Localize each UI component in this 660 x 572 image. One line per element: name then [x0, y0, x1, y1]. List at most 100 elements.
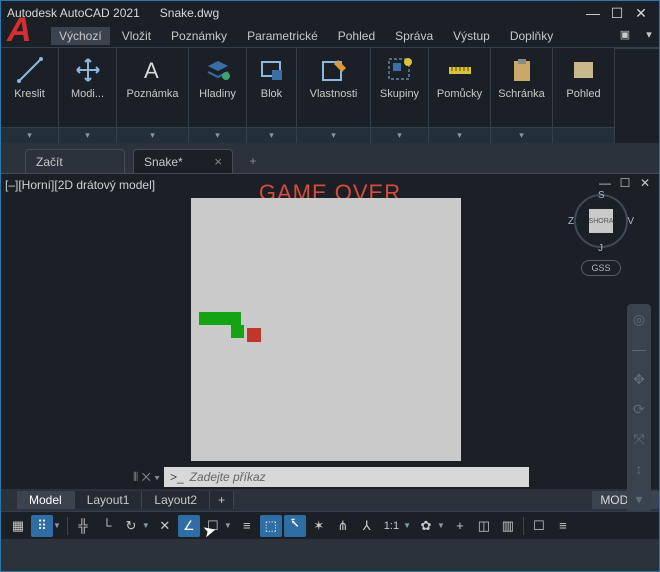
view-icon	[568, 54, 600, 86]
layout-2[interactable]: Layout2	[142, 491, 210, 509]
nav-orbit-icon[interactable]: ⟳	[630, 400, 648, 418]
menu-pohled[interactable]: Pohled	[330, 27, 383, 45]
menu-vystup[interactable]: Výstup	[445, 27, 498, 45]
status-toggle[interactable]: ╬	[72, 515, 94, 537]
menu-vychozi[interactable]: Výchozí	[51, 27, 110, 45]
panel-dropdown[interactable]: ▾	[117, 127, 188, 143]
doctab-add[interactable]: +	[241, 149, 265, 173]
doctab-close-icon[interactable]: ×	[214, 154, 222, 169]
panel-skupiny[interactable]: Skupiny ▾	[371, 48, 429, 143]
viewport-minimize[interactable]: —	[597, 176, 613, 190]
layout-add[interactable]: +	[210, 491, 234, 509]
layout-1[interactable]: Layout1	[75, 491, 143, 509]
panel-dropdown[interactable]: ▾	[371, 127, 428, 143]
status-toggle[interactable]: ☐	[528, 515, 550, 537]
viewport-label[interactable]: [–][Horní][2D drátový model]	[5, 178, 155, 192]
layout-model[interactable]: Model	[17, 491, 75, 509]
maximize-button[interactable]: ☐	[605, 3, 629, 23]
panel-pomucky[interactable]: Pomůcky ▾	[429, 48, 491, 143]
minimize-button[interactable]: —	[581, 3, 605, 23]
status-toggle[interactable]: ∠	[178, 515, 200, 537]
status-toggle[interactable]: ✕	[154, 515, 176, 537]
close-button[interactable]: ✕	[629, 3, 653, 23]
drawing-area[interactable]: [–][Horní][2D drátový model] — ☐ ✕ GAME …	[1, 173, 659, 489]
panel-dropdown[interactable]: ▾	[247, 127, 296, 143]
status-toggle[interactable]: ▥	[497, 515, 519, 537]
panel-vlastnosti[interactable]: Vlastnosti ▾	[297, 48, 371, 143]
command-input[interactable]: >_ Zadejte příkaz	[164, 467, 529, 487]
dropdown-icon[interactable]: ▼	[437, 521, 445, 530]
status-toggle[interactable]: └	[96, 515, 118, 537]
status-toggle[interactable]: ◫	[473, 515, 495, 537]
status-toggle[interactable]: ▦	[7, 515, 29, 537]
nav-pan-icon[interactable]: ✥	[630, 370, 648, 388]
status-toggle[interactable]: ⠿	[31, 515, 53, 537]
layout-tabs: Model Layout1 Layout2 + MODELP	[1, 489, 659, 511]
separator	[67, 517, 68, 535]
status-toggle[interactable]: ⭶	[284, 515, 306, 537]
nav-wheel-icon[interactable]: ◎	[630, 310, 648, 328]
viewcube-s[interactable]: S	[598, 190, 605, 201]
panel-kreslit[interactable]: Kreslit ▾	[1, 48, 59, 143]
doctab-start[interactable]: Začít	[25, 149, 125, 173]
status-toggle[interactable]: 1:1	[380, 515, 403, 537]
status-toggle[interactable]: ✿	[415, 515, 437, 537]
menu-doplnky[interactable]: Doplňky	[502, 27, 561, 45]
status-toggle[interactable]: ≡	[236, 515, 258, 537]
menu-vlozit[interactable]: Vložit	[114, 27, 159, 45]
menu-sprava[interactable]: Správa	[387, 27, 441, 45]
command-prompt-icon: >_	[170, 470, 184, 484]
menu-extra-1[interactable]: ▣	[617, 28, 633, 44]
panel-hladiny[interactable]: Hladiny ▾	[189, 48, 247, 143]
game-canvas[interactable]	[191, 198, 461, 461]
viewcube-j[interactable]: J	[598, 243, 603, 254]
status-toggle[interactable]: ⅄	[356, 515, 378, 537]
viewcube-v[interactable]: V	[627, 216, 634, 227]
doctab-label: Snake*	[144, 155, 183, 169]
dropdown-icon[interactable]: ▼	[142, 521, 150, 530]
status-toggle[interactable]: ⋔	[332, 515, 354, 537]
dropdown-icon[interactable]: ▼	[224, 521, 232, 530]
dropdown-icon[interactable]: ▼	[403, 521, 411, 530]
panel-blok[interactable]: Blok ▾	[247, 48, 297, 143]
panel-dropdown[interactable]: ▾	[59, 127, 116, 143]
status-toggle[interactable]: ↻	[120, 515, 142, 537]
menu-poznamky[interactable]: Poznámky	[163, 27, 235, 45]
viewport-close[interactable]: ✕	[637, 176, 653, 190]
status-toggle[interactable]: +	[449, 515, 471, 537]
viewcube-face[interactable]: SHORA	[589, 209, 613, 233]
panel-dropdown[interactable]: ▾	[297, 127, 370, 143]
doctab-snake[interactable]: Snake* ×	[133, 149, 233, 173]
clipboard-icon	[506, 54, 538, 86]
panel-label: Schránka	[493, 88, 551, 100]
dropdown-icon[interactable]: ▼	[53, 521, 61, 530]
nav-more-icon[interactable]: ▾	[630, 490, 648, 508]
panel-label: Modi...	[60, 88, 114, 100]
snake-body	[199, 312, 241, 325]
panel-dropdown[interactable]: ▾	[189, 127, 246, 143]
menu-extra-2[interactable]: ▾	[641, 28, 657, 44]
gss-button[interactable]: GSS	[581, 260, 621, 276]
panel-dropdown[interactable]: ▾	[1, 127, 58, 143]
panel-pohled[interactable]: Pohled	[553, 48, 615, 143]
status-toggle[interactable]: ⬚	[260, 515, 282, 537]
menu-parametricke[interactable]: Parametrické	[239, 27, 326, 45]
status-toggle[interactable]: ☐	[202, 515, 224, 537]
panel-poznamka[interactable]: A Poznámka ▾	[117, 48, 189, 143]
panel-label: Hladiny	[190, 88, 244, 100]
panel-schranka[interactable]: Schránka ▾	[491, 48, 553, 143]
nav-look-icon[interactable]: ⤧	[630, 430, 648, 448]
nav-zoom-icon[interactable]: ↕	[630, 460, 648, 478]
panel-modifikovat[interactable]: Modi... ▾	[59, 48, 117, 143]
app-logo-icon[interactable]: A	[7, 15, 32, 45]
command-handle[interactable]: ⦀ ✕ ▾	[133, 470, 160, 485]
viewport-controls: — ☐ ✕	[597, 176, 653, 190]
status-toggle[interactable]: ✶	[308, 515, 330, 537]
viewcube[interactable]: SHORA S Z V J GSS	[561, 194, 641, 276]
status-toggle[interactable]: ≡	[552, 515, 574, 537]
panel-dropdown[interactable]	[553, 127, 614, 143]
viewport-maximize[interactable]: ☐	[617, 176, 633, 190]
panel-dropdown[interactable]: ▾	[429, 127, 490, 143]
viewcube-z[interactable]: Z	[568, 216, 574, 227]
panel-dropdown[interactable]: ▾	[491, 127, 552, 143]
